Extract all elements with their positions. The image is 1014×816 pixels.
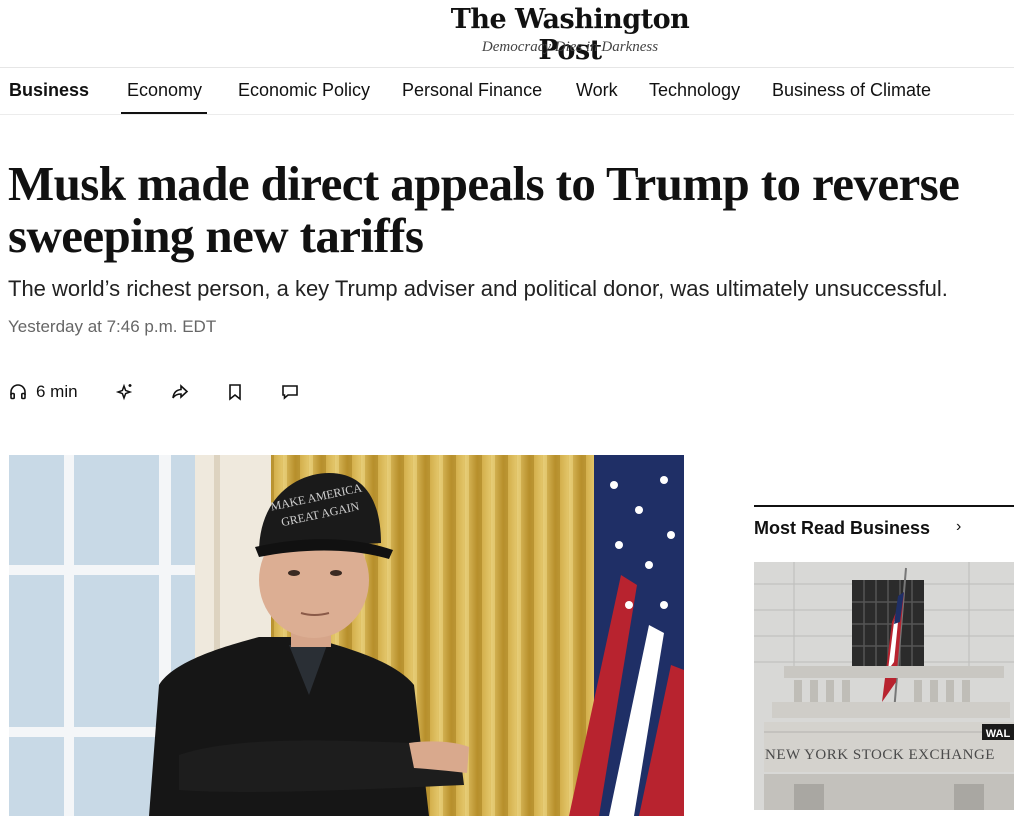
nav-item-technology[interactable]: Technology [649, 80, 740, 101]
lead-photo[interactable]: MAKE AMERICA GREAT AGAIN [9, 455, 684, 816]
sparkle-icon [115, 383, 133, 401]
headline-line-1: Musk made direct appeals to Trump to rev… [8, 156, 960, 211]
listen-button[interactable]: 6 min [8, 378, 78, 406]
share-button[interactable] [170, 378, 190, 406]
street-sign-text: WAL [986, 728, 1011, 740]
article-toolbar: 6 min [8, 378, 328, 408]
chevron-right-icon[interactable]: › [956, 518, 961, 536]
section-nav: Business Economy Economic Policy Persona… [0, 68, 1014, 115]
nav-item-business-of-climate[interactable]: Business of Climate [772, 80, 931, 101]
listen-duration: 6 min [36, 382, 78, 401]
nyse-facade-text: NEW YORK STOCK EXCHANGE [765, 747, 995, 763]
nav-item-economy[interactable]: Economy [127, 80, 202, 101]
rail-top-rule [754, 505, 1014, 507]
lead-photo-illustration: MAKE AMERICA GREAT AGAIN [9, 455, 684, 816]
article-headline: Musk made direct appeals to Trump to rev… [8, 158, 1008, 262]
nav-item-business[interactable]: Business [9, 80, 89, 101]
share-icon [172, 384, 189, 399]
summary-button[interactable] [115, 378, 135, 406]
bookmark-icon [229, 384, 241, 401]
headline-line-2: sweeping new tariffs [8, 208, 424, 263]
site-logo[interactable]: The Washington Post [450, 4, 690, 66]
article-subhead: The world’s richest person, a key Trump … [8, 276, 948, 301]
nav-selected-indicator [121, 112, 207, 114]
most-read-photo[interactable]: NEW YORK STOCK EXCHANGE WAL [754, 562, 1014, 810]
comment-icon [282, 385, 298, 400]
most-read-heading[interactable]: Most Read Business [754, 518, 930, 539]
comments-button[interactable] [280, 378, 300, 406]
nav-item-personal-finance[interactable]: Personal Finance [402, 80, 542, 101]
nav-item-work[interactable]: Work [576, 80, 618, 101]
masthead: The Washington Post Democracy Dies in Da… [0, 0, 1014, 68]
nav-item-economic-policy[interactable]: Economic Policy [238, 80, 370, 101]
headphones-icon [10, 384, 26, 400]
bookmark-button[interactable] [225, 378, 245, 406]
nyse-facade-illustration: NEW YORK STOCK EXCHANGE WAL [754, 562, 1014, 810]
site-tagline: Democracy Dies in Darkness [481, 39, 659, 55]
article-timestamp: Yesterday at 7:46 p.m. EDT [8, 317, 217, 336]
